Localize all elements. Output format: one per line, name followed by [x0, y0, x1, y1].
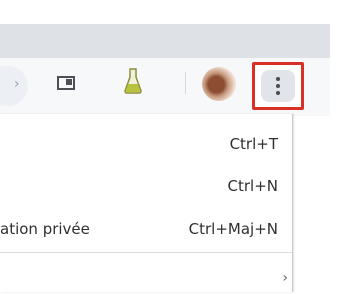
kebab-menu-icon	[276, 77, 280, 95]
submenu-arrow-icon: ›	[282, 270, 288, 286]
browser-window: › Ctrl+T Ctrl+N ation privée Ctrl+Maj+N	[0, 0, 353, 292]
tab-strip	[0, 24, 330, 58]
incognito-shortcut: Ctrl+Maj+N	[188, 220, 278, 238]
menu-divider	[0, 252, 292, 253]
reader-mode-icon[interactable]	[57, 76, 75, 90]
menu-item-partial[interactable]: ›	[0, 260, 292, 294]
menu-item-new-incognito-window[interactable]: ation privée Ctrl+Maj+N	[0, 213, 292, 247]
profile-avatar[interactable]	[202, 67, 236, 101]
menu-item-new-window[interactable]: Ctrl+N	[0, 170, 292, 204]
new-tab-shortcut: Ctrl+T	[229, 135, 278, 153]
main-menu-dropdown: Ctrl+T Ctrl+N ation privée Ctrl+Maj+N ›	[0, 114, 293, 292]
toolbar-separator	[185, 72, 186, 94]
chrome-menu-button[interactable]	[252, 62, 304, 110]
incognito-window-label: ation privée	[0, 220, 90, 238]
labs-flask-icon[interactable]	[123, 67, 143, 95]
omnibox-dropdown-icon[interactable]: ›	[14, 76, 20, 92]
menu-item-new-tab[interactable]: Ctrl+T	[0, 128, 292, 162]
new-window-shortcut: Ctrl+N	[227, 177, 278, 195]
menu-button-highlight	[261, 70, 295, 102]
